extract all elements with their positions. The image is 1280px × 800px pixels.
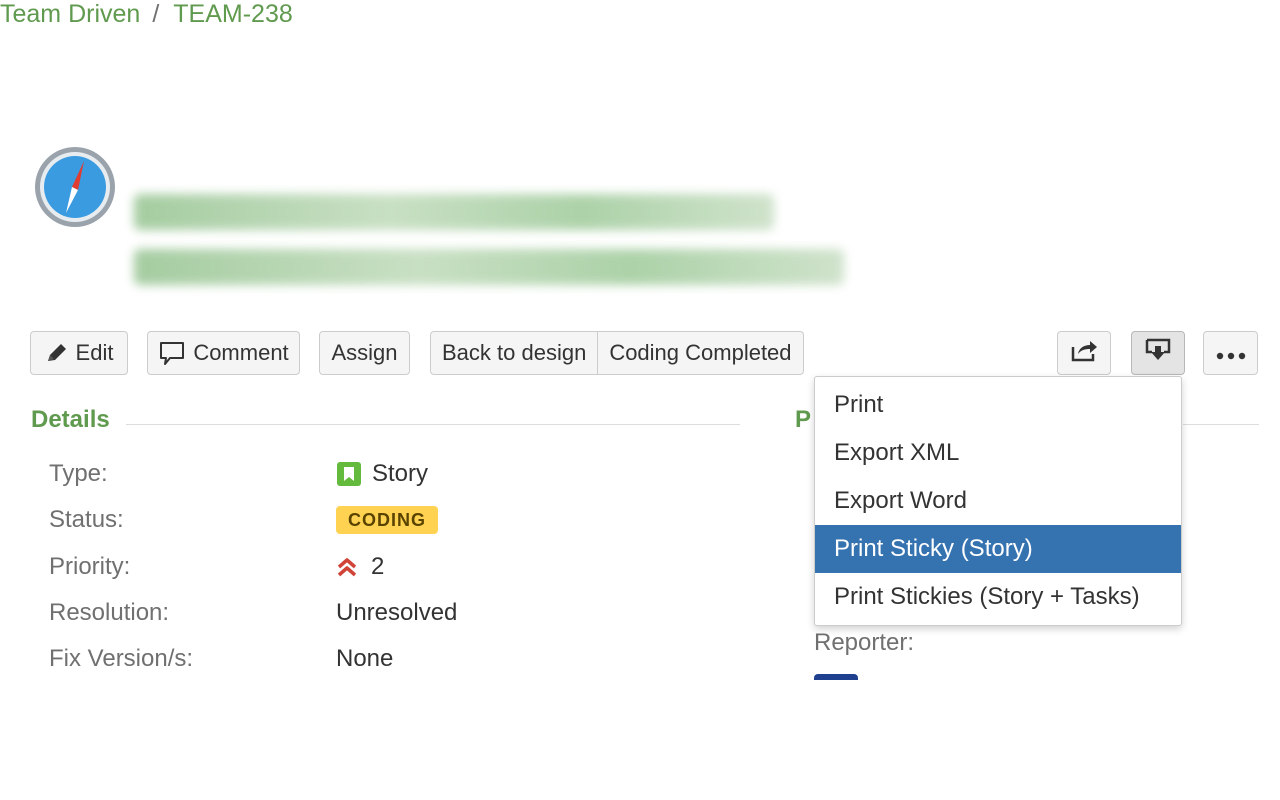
comment-button[interactable]: Comment bbox=[147, 331, 300, 375]
breadcrumb: Team Driven / TEAM-238 bbox=[0, 0, 1280, 29]
reporter-label: Reporter: bbox=[814, 629, 915, 656]
share-icon bbox=[1069, 337, 1099, 369]
people-divider bbox=[1183, 424, 1259, 425]
more-icon bbox=[1216, 340, 1246, 366]
comment-icon bbox=[158, 340, 186, 366]
status-badge: CODING bbox=[336, 506, 438, 534]
coding-completed-button[interactable]: Coding Completed bbox=[598, 331, 804, 375]
menu-item-print-stickies-story-tasks[interactable]: Print Stickies (Story + Tasks) bbox=[815, 573, 1181, 621]
menu-item-print[interactable]: Print bbox=[815, 381, 1181, 429]
share-button[interactable] bbox=[1057, 331, 1111, 375]
people-heading-partial: P bbox=[795, 406, 812, 433]
fix-version-value: None bbox=[336, 645, 394, 672]
priority-value-text: 2 bbox=[371, 553, 385, 580]
priority-chevron-up-icon bbox=[336, 556, 358, 578]
export-dropdown-menu: Print Export XML Export Word Print Stick… bbox=[814, 376, 1182, 626]
workflow-transitions: Back to design Coding Completed bbox=[430, 331, 804, 375]
priority-value: 2 bbox=[336, 553, 384, 581]
type-label: Type: bbox=[49, 460, 108, 487]
assign-button-label: Assign bbox=[331, 340, 398, 365]
assign-button[interactable]: Assign bbox=[319, 331, 410, 375]
type-value-text: Story bbox=[372, 460, 429, 487]
fix-version-label: Fix Version/s: bbox=[49, 645, 194, 672]
issue-key-link[interactable]: TEAM-238 bbox=[173, 0, 292, 29]
details-divider bbox=[126, 424, 740, 425]
export-icon bbox=[1144, 337, 1172, 369]
resolution-label: Resolution: bbox=[49, 599, 170, 626]
status-label: Status: bbox=[49, 506, 124, 533]
edit-button[interactable]: Edit bbox=[30, 331, 128, 375]
back-to-design-button[interactable]: Back to design bbox=[430, 331, 599, 375]
priority-label: Priority: bbox=[49, 553, 131, 580]
project-link[interactable]: Team Driven bbox=[0, 0, 140, 29]
story-icon bbox=[336, 461, 362, 487]
more-button[interactable] bbox=[1203, 331, 1258, 375]
status-value: CODING bbox=[336, 506, 438, 534]
details-heading: Details bbox=[31, 406, 110, 433]
resolution-value: Unresolved bbox=[336, 599, 458, 626]
issue-summary-blurred-line-1 bbox=[134, 194, 774, 230]
menu-item-export-word[interactable]: Export Word bbox=[815, 477, 1181, 525]
project-avatar-compass-icon bbox=[35, 147, 115, 227]
edit-button-label: Edit bbox=[75, 340, 114, 365]
breadcrumb-separator: / bbox=[152, 0, 160, 28]
type-value: Story bbox=[336, 460, 428, 488]
export-button[interactable] bbox=[1131, 331, 1185, 375]
menu-item-export-xml[interactable]: Export XML bbox=[815, 429, 1181, 477]
comment-button-label: Comment bbox=[193, 340, 289, 365]
reporter-avatar[interactable] bbox=[814, 674, 858, 680]
pencil-icon bbox=[45, 342, 69, 364]
menu-item-print-sticky-story[interactable]: Print Sticky (Story) bbox=[815, 525, 1181, 573]
issue-summary-blurred-line-2 bbox=[134, 249, 844, 285]
